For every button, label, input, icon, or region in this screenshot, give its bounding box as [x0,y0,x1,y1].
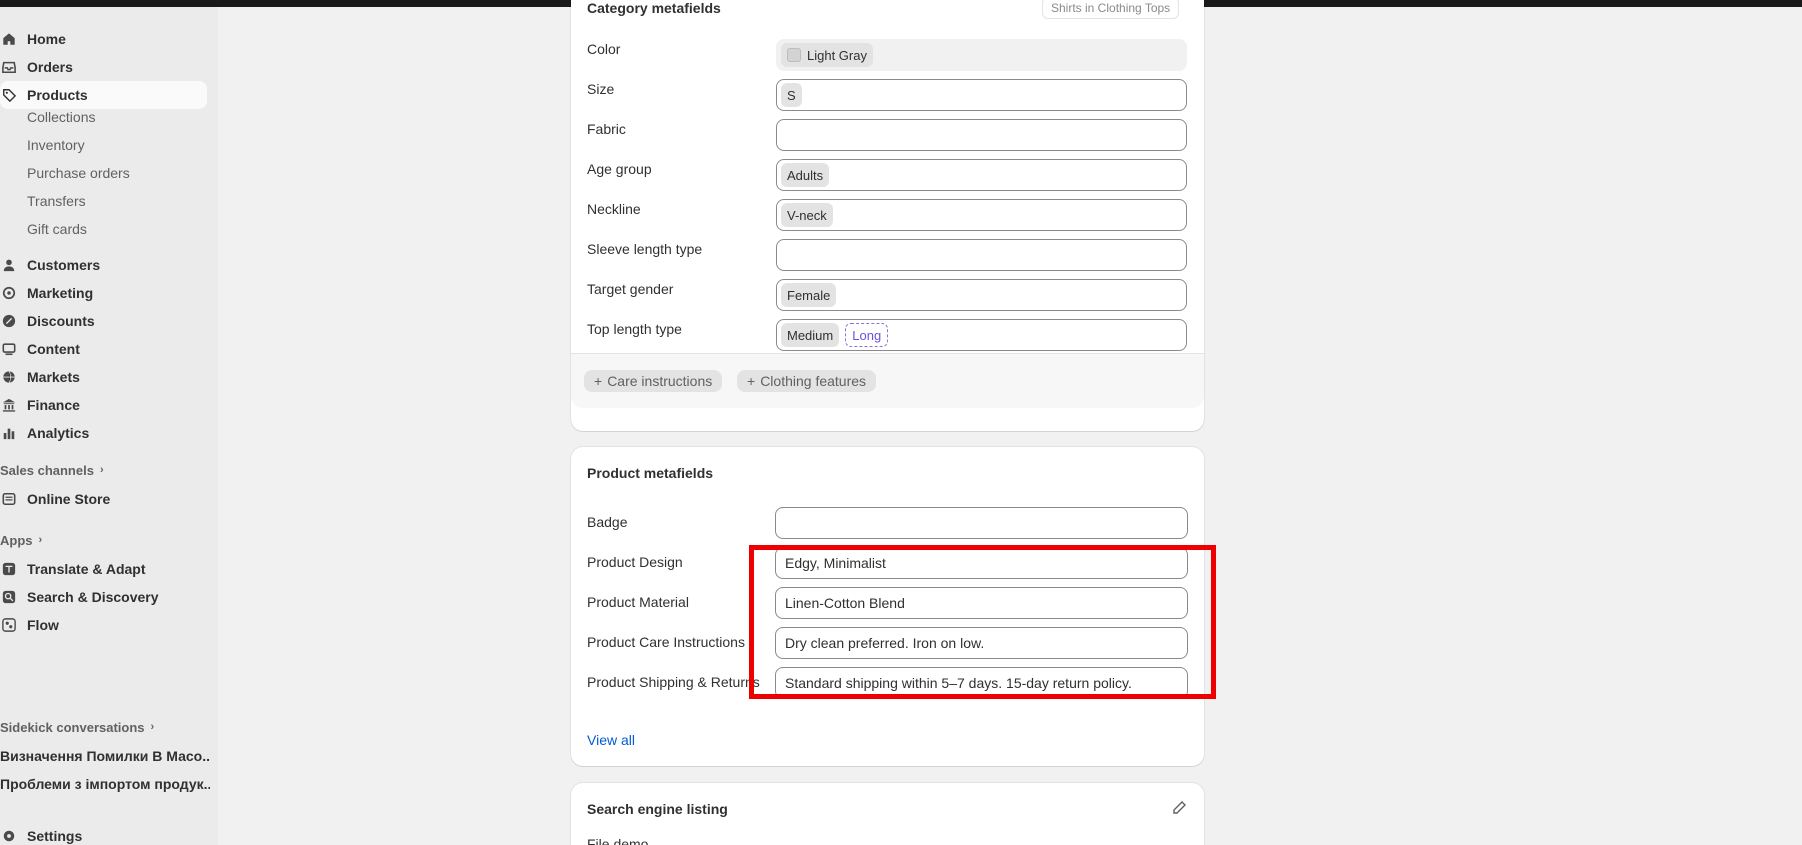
field-label-color: Color [587,41,621,57]
field-label-target-gender: Target gender [587,281,674,297]
search-app-icon [2,590,16,604]
value-chip[interactable]: Female [781,283,837,307]
chevron-right-icon: › [99,464,104,476]
field-label-product-material: Product Material [587,594,689,610]
sidekick-header[interactable]: Sidekick conversations › [0,717,154,737]
plus-icon: + [747,373,756,389]
product-care-input[interactable]: Dry clean preferred. Iron on low. [775,627,1188,659]
category-metafields-card: Category metafields Shirts in Clothing T… [571,0,1204,431]
target-gender-field[interactable]: Female [776,279,1187,311]
field-label-badge: Badge [587,514,628,530]
view-all-link[interactable]: View all [587,732,635,748]
gear-icon [2,829,16,843]
field-label-shipping-returns: Product Shipping & Returns [587,674,760,690]
nav-gift-cards[interactable]: Gift cards [27,217,87,241]
nav-translate-adapt[interactable]: Translate & Adapt [0,555,146,583]
top-length-field[interactable]: Medium Long [776,319,1187,351]
seo-title: Search engine listing [587,801,728,817]
value-chip[interactable]: Adults [781,163,830,187]
flow-app-icon [2,618,16,632]
chevron-right-icon: › [38,534,43,546]
nav-discounts[interactable]: Discounts [0,307,95,335]
suggested-value-chip[interactable]: Long [845,323,889,347]
product-design-input[interactable]: Edgy, Minimalist [775,547,1188,579]
sidebar: Home Orders Products Collections Invento… [0,7,218,845]
value-chip[interactable]: Medium [781,323,840,347]
search-engine-listing-card: Search engine listing File demo [571,783,1204,845]
category-badge[interactable]: Shirts in Clothing Tops [1042,0,1180,19]
nav-settings[interactable]: Settings [0,822,82,845]
add-clothing-features-button[interactable]: + Clothing features [737,370,877,392]
field-label-fabric: Fabric [587,121,626,137]
nav-content[interactable]: Content [0,335,80,363]
nav-online-store[interactable]: Online Store [0,485,110,513]
conversation-item[interactable]: Визначення Помилки В Масо... [0,745,210,767]
add-care-instructions-button[interactable]: + Care instructions [584,370,723,392]
age-group-field[interactable]: Adults [776,159,1187,191]
translate-app-icon [2,562,16,576]
home-icon [2,32,16,46]
value-chip[interactable]: S [781,83,802,107]
plus-icon: + [594,373,603,389]
field-label-age-group: Age group [587,161,652,177]
nav-search-discovery[interactable]: Search & Discovery [0,583,159,611]
nav-transfers[interactable]: Transfers [27,189,86,213]
discount-icon [2,314,16,328]
nav-purchase-orders[interactable]: Purchase orders [27,161,130,185]
field-label-size: Size [587,81,615,97]
chevron-right-icon: › [150,721,155,733]
target-icon [2,286,16,300]
bar-chart-icon [2,426,16,440]
tag-icon [2,88,16,102]
category-card-footer: + Care instructions + Clothing features [571,353,1204,408]
value-chip[interactable]: Light Gray [781,43,873,67]
inbox-icon [2,60,16,74]
product-metafields-card: Product metafields Badge Product Design … [571,447,1204,766]
color-field[interactable]: Light Gray [776,39,1187,71]
field-label-product-design: Product Design [587,554,683,570]
product-material-input[interactable]: Linen-Cotton Blend [775,587,1188,619]
size-field[interactable]: S [776,79,1187,111]
nav-markets[interactable]: Markets [0,363,80,391]
field-label-product-care: Product Care Instructions [587,634,745,650]
category-card-title: Category metafields [587,0,721,16]
color-swatch [787,48,801,62]
badge-input[interactable] [775,507,1188,539]
sales-channels-header[interactable]: Sales channels › [0,460,104,480]
nav-flow[interactable]: Flow [0,611,59,639]
value-chip[interactable]: V-neck [781,203,833,227]
edit-pencil-icon[interactable] [1171,800,1187,816]
nav-customers[interactable]: Customers [0,251,100,279]
seo-partial-row: File demo [587,836,649,845]
nav-marketing[interactable]: Marketing [0,279,93,307]
nav-finance[interactable]: Finance [0,391,80,419]
bank-icon [2,398,16,412]
product-metafields-title: Product metafields [587,465,714,481]
field-label-top-length: Top length type [587,321,682,337]
shipping-returns-input[interactable]: Standard shipping within 5–7 days. 15-da… [775,667,1188,699]
nav-inventory[interactable]: Inventory [27,133,85,157]
globe-icon [2,370,16,384]
field-label-sleeve-length: Sleeve length type [587,241,703,257]
fabric-field[interactable] [776,119,1187,151]
nav-orders[interactable]: Orders [0,53,73,81]
content-icon [2,342,16,356]
store-icon [2,492,16,506]
apps-header[interactable]: Apps › [0,530,42,550]
nav-analytics[interactable]: Analytics [0,419,89,447]
sleeve-length-field[interactable] [776,239,1187,271]
nav-home[interactable]: Home [0,25,66,53]
person-icon [2,258,16,272]
conversation-item[interactable]: Проблеми з імпортом продук... [0,773,210,795]
neckline-field[interactable]: V-neck [776,199,1187,231]
nav-collections[interactable]: Collections [27,105,95,129]
field-label-neckline: Neckline [587,201,641,217]
